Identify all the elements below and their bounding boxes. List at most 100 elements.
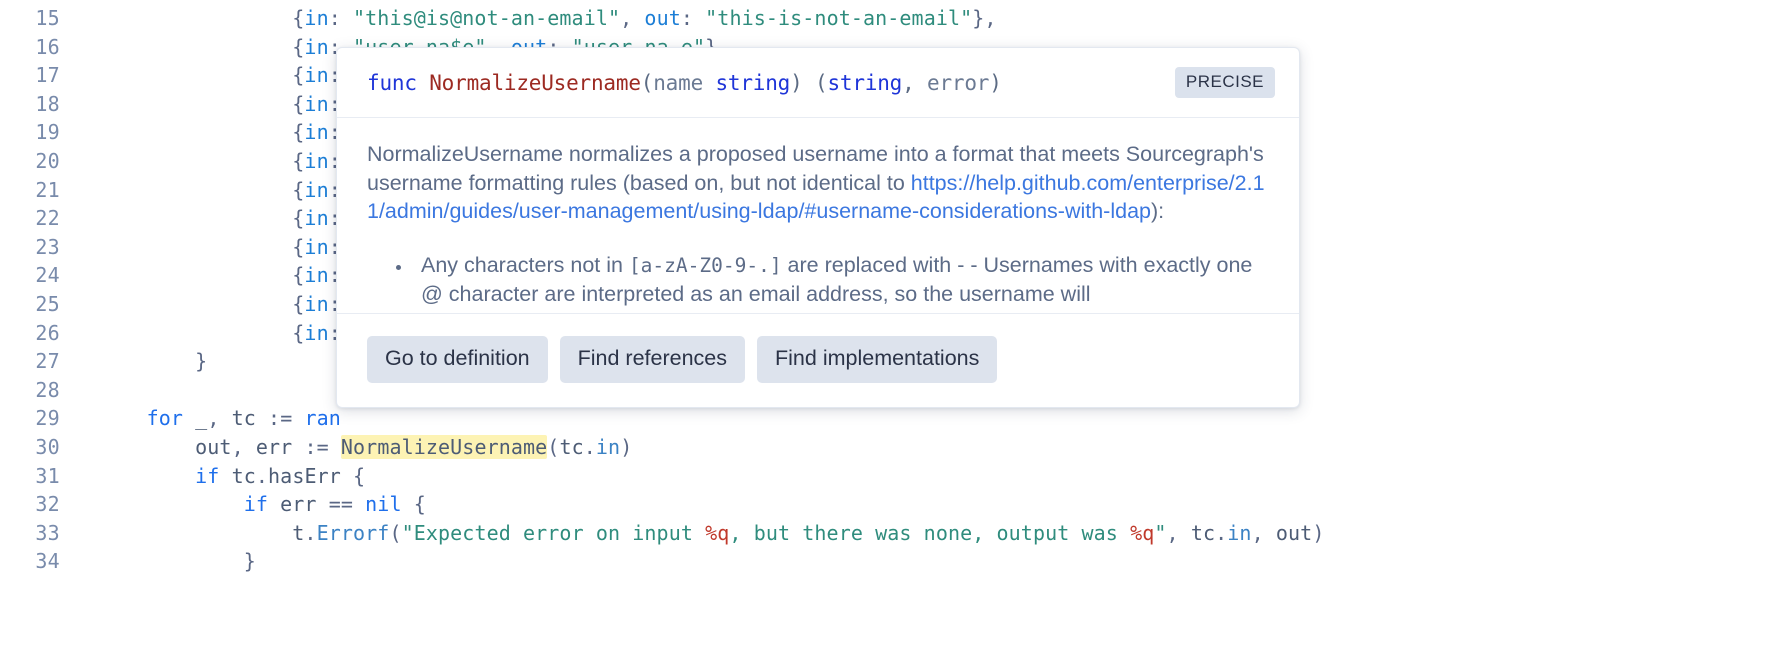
code-line-content[interactable]: for _, tc := ran [72, 404, 341, 433]
code-token: out [1275, 520, 1313, 545]
code-token: "this-is-not-an-email" [705, 6, 973, 30]
signature-open-paren: ( [640, 70, 654, 95]
line-number: 21 [35, 177, 60, 202]
code-token: . [255, 463, 269, 488]
signature-function-name: NormalizeUsername [429, 70, 641, 95]
code-token: nil [365, 492, 402, 517]
line-number: 27 [35, 349, 60, 374]
code-token: "Expected error on input [401, 520, 706, 545]
code-token: in [304, 91, 329, 116]
hover-documentation: NormalizeUsername normalizes a proposed … [337, 118, 1299, 313]
highlighted-symbol[interactable]: NormalizeUsername [340, 434, 548, 459]
find-implementations-button[interactable]: Find implementations [757, 335, 998, 384]
code-token: tc [231, 406, 256, 431]
code-line[interactable]: 30 out, err := NormalizeUsername(tc.in) [0, 433, 1766, 462]
code-line[interactable]: 15 {in: "this@is@not-an-email", out: "th… [0, 4, 1766, 33]
code-token: . [583, 434, 596, 459]
code-line[interactable]: 29 for _, tc := ran [0, 404, 1766, 433]
code-token: if [243, 492, 281, 517]
code-line[interactable]: 34 } [0, 547, 1766, 576]
line-number: 33 [35, 520, 60, 545]
signature-return-close: ) [989, 70, 1002, 95]
list-item: Any characters not in [a-zA-Z0-9-.] are … [413, 251, 1269, 309]
code-token: { [292, 263, 305, 288]
code-token: in [304, 6, 329, 30]
code-line[interactable]: 32 if err == nil { [0, 490, 1766, 519]
code-token: { [401, 492, 426, 517]
code-token: , [231, 434, 256, 459]
code-token: in [304, 206, 329, 231]
line-number: 18 [35, 91, 60, 116]
inline-code-charset: [a-zA-Z0-9-.] [628, 253, 782, 277]
code-token: if [195, 463, 232, 488]
code-token: { [292, 291, 305, 316]
signature-param-name: name [653, 70, 716, 95]
code-token: := [255, 406, 305, 431]
bullet-text-before-code: Any characters not in [421, 252, 629, 277]
code-line-content[interactable]: t.Errorf("Expected error on input %q, bu… [72, 519, 1324, 548]
code-token: , but there was none, output was [729, 520, 1131, 545]
line-number: 32 [35, 492, 60, 517]
code-token: for [146, 406, 196, 431]
doc-bullet-list: Any characters not in [a-zA-Z0-9-.] are … [367, 251, 1269, 309]
signature-return-type-2: error [927, 70, 990, 95]
code-line-content[interactable]: } [72, 547, 256, 576]
code-line[interactable]: 31 if tc.hasErr { [0, 462, 1766, 491]
hover-actions: Go to definition Find references Find im… [337, 312, 1299, 408]
code-token: }, [972, 6, 997, 30]
code-token: in [595, 434, 621, 459]
line-number: 22 [35, 206, 60, 231]
code-token: { [292, 120, 305, 145]
code-token: Errorf [316, 520, 390, 545]
code-token: in [304, 63, 329, 88]
code-line-content[interactable]: if tc.hasErr { [72, 462, 365, 491]
doc-text-after-link: ): [1150, 199, 1165, 223]
go-to-definition-button[interactable]: Go to definition [367, 335, 548, 384]
code-line-content[interactable]: } [72, 347, 207, 376]
signature-close-paren: ) ( [790, 70, 828, 95]
code-token: , [1166, 520, 1191, 545]
code-token: in [304, 148, 329, 173]
code-token: _ [195, 406, 208, 431]
code-token: err [255, 434, 293, 459]
code-token: out [644, 6, 681, 30]
code-token: out [195, 434, 232, 459]
code-line-content[interactable]: {in: "this@is@not-an-email", out: "this-… [72, 4, 997, 33]
code-token: " [1154, 520, 1167, 545]
line-number: 29 [35, 406, 60, 431]
signature-param-type: string [715, 70, 791, 95]
line-number: 26 [35, 320, 60, 345]
code-line[interactable]: 33 t.Errorf("Expected error on input %q,… [0, 519, 1766, 548]
code-line-content[interactable]: if err == nil { [72, 490, 426, 519]
find-references-button[interactable]: Find references [559, 335, 746, 384]
code-token: ( [389, 520, 402, 545]
code-token: %q [705, 520, 730, 545]
code-line-content[interactable]: out, err := NormalizeUsername(tc.in) [72, 433, 632, 462]
hover-header: func NormalizeUsername(name string) (str… [337, 48, 1299, 118]
precision-badge: PRECISE [1174, 67, 1275, 98]
code-token: { [292, 91, 305, 116]
line-number: 19 [35, 120, 60, 145]
code-token: { [292, 234, 305, 259]
code-token: in [304, 34, 329, 59]
code-token: : [328, 6, 354, 30]
line-number: 28 [35, 377, 60, 402]
code-token: { [292, 320, 305, 345]
signature-return-separator: , [902, 70, 928, 95]
hover-tooltip[interactable]: func NormalizeUsername(name string) (str… [336, 47, 1300, 409]
code-token: := [292, 434, 341, 459]
signature-keyword: func [367, 70, 417, 95]
line-number: 15 [35, 6, 60, 30]
